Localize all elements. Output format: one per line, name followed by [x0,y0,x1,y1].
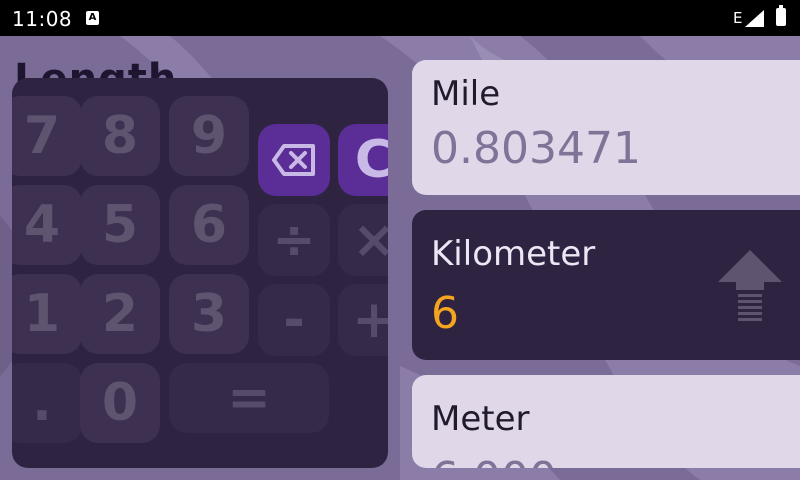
signal-icon [745,10,764,27]
key-1[interactable]: 1 [12,274,82,354]
backspace-icon [272,144,315,176]
network-type: E [733,9,743,27]
converter-screen: Length 7 8 9 C 4 5 6 ÷ × 1 2 3 - + . 0 =… [0,36,800,480]
app-notification-icon: A [86,11,99,25]
clock: 11:08 [12,7,73,31]
key-5[interactable]: 5 [80,185,160,265]
unit-value: 0.803471 [431,123,641,174]
unit-card-meter[interactable]: Meter 6,000 [412,375,800,468]
minus-button[interactable]: - [258,284,330,356]
key-9[interactable]: 9 [169,96,249,176]
sort-arrow-up-icon [718,250,782,321]
unit-value: 6 [431,288,459,339]
backspace-button[interactable] [258,124,330,196]
unit-card-mile[interactable]: Mile 0.803471 [412,60,800,195]
battery-icon [776,5,786,26]
key-2[interactable]: 2 [80,274,160,354]
key-7[interactable]: 7 [12,96,82,176]
key-4[interactable]: 4 [12,185,82,265]
keypad: 7 8 9 C 4 5 6 ÷ × 1 2 3 - + . 0 = [12,78,388,468]
status-bar: 11:08 A E [0,0,800,36]
decimal-point-button[interactable]: . [12,363,82,443]
divide-button[interactable]: ÷ [258,204,330,276]
equals-button[interactable]: = [169,363,329,433]
key-3[interactable]: 3 [169,274,249,354]
unit-label: Mile [431,74,501,114]
plus-button[interactable]: + [338,284,388,356]
unit-label: Meter [431,399,530,439]
multiply-button[interactable]: × [338,204,388,276]
key-6[interactable]: 6 [169,185,249,265]
key-0[interactable]: 0 [80,363,160,443]
unit-value: 6,000 [431,453,557,468]
clear-button[interactable]: C [338,124,388,196]
key-8[interactable]: 8 [80,96,160,176]
unit-label: Kilometer [431,234,596,274]
unit-card-kilometer[interactable]: Kilometer 6 [412,210,800,360]
